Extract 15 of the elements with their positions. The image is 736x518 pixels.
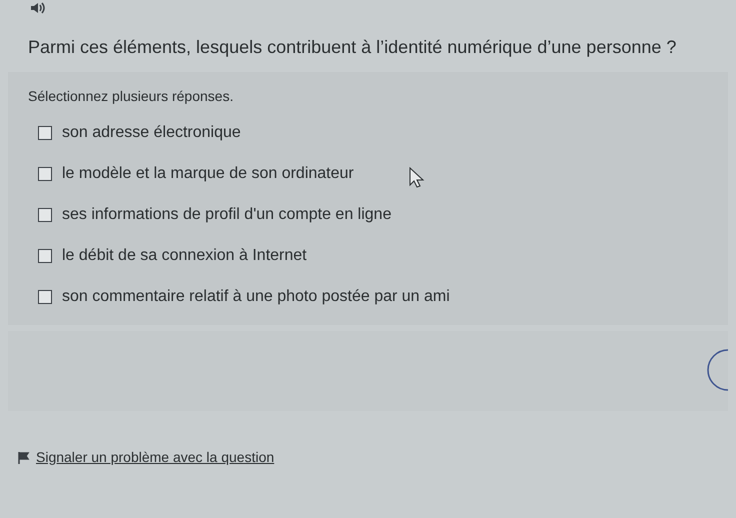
checkbox[interactable] <box>38 208 52 222</box>
option-label[interactable]: son adresse électronique <box>62 123 241 143</box>
checkbox[interactable] <box>38 126 52 140</box>
instruction-text: Sélectionnez plusieurs réponses. <box>28 87 234 106</box>
checkbox[interactable] <box>38 249 52 263</box>
flag-icon <box>18 452 30 464</box>
report-link[interactable]: Signaler un problème avec la question <box>36 447 274 468</box>
checkbox[interactable] <box>38 167 52 181</box>
checkbox[interactable] <box>38 290 52 304</box>
option-label[interactable]: le débit de sa connexion à Internet <box>62 246 307 266</box>
question-text: Parmi ces éléments, lesquels contribuent à l’identité numérique d’une personne ? <box>27 36 678 59</box>
option-label[interactable]: son commentaire relatif à une photo postée par un ami <box>62 287 450 307</box>
option-label[interactable]: ses informations de profil d'un compte en ligne <box>62 205 392 225</box>
option-label[interactable]: le modèle et la marque de son ordinateur <box>62 164 354 184</box>
speaker-icon[interactable] <box>30 2 46 14</box>
